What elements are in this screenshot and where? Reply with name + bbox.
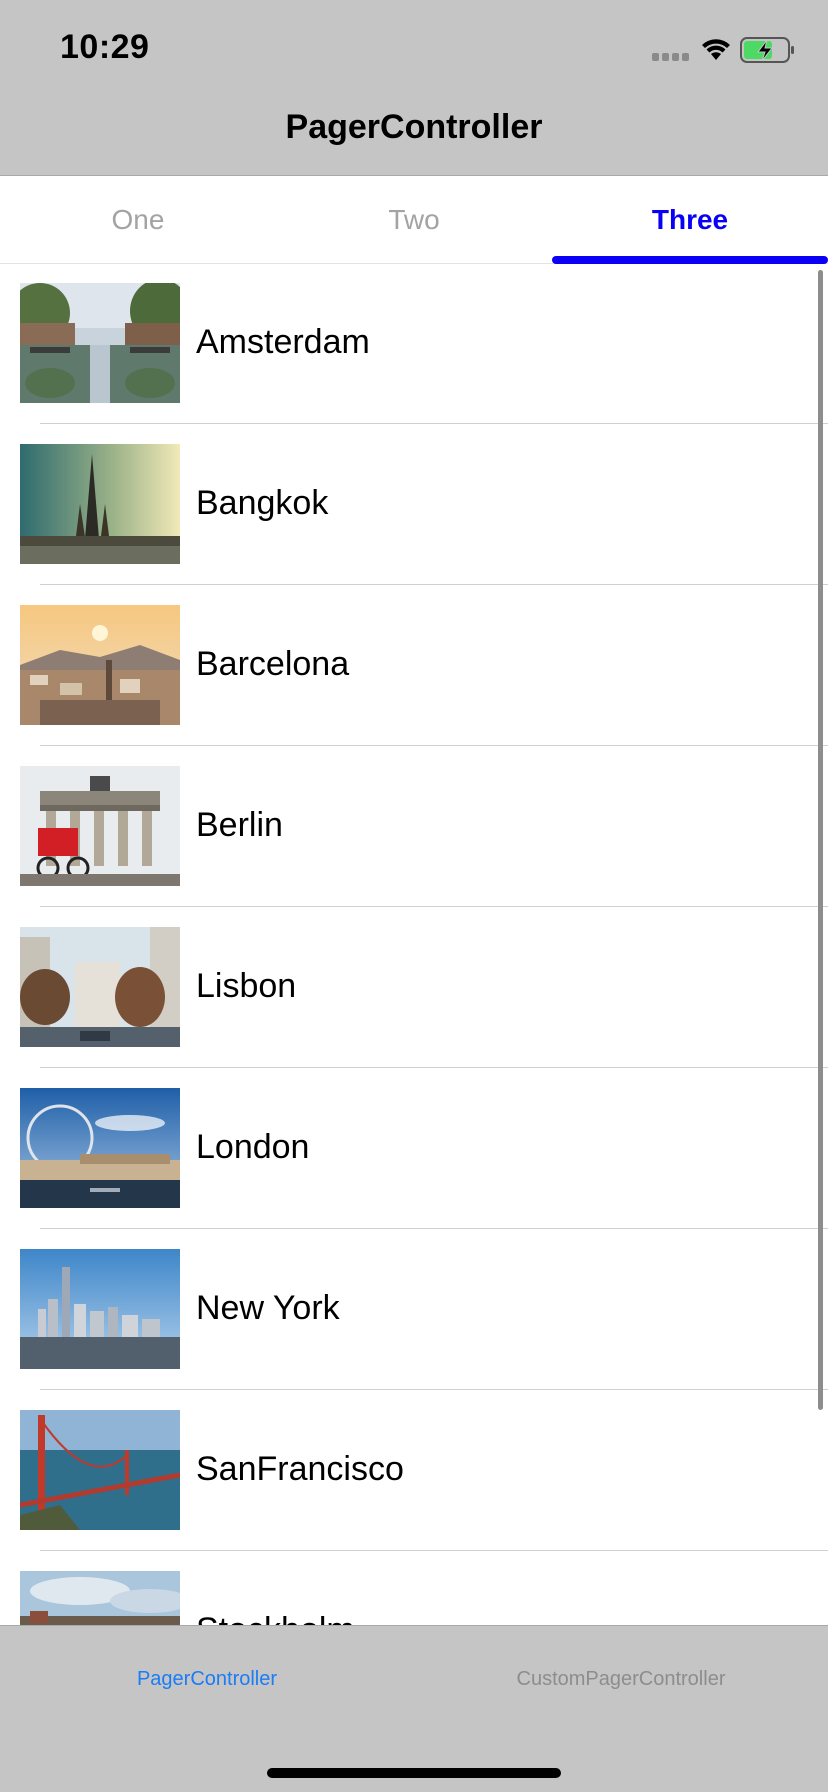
row-separator (40, 1389, 828, 1390)
row-separator (40, 745, 828, 746)
berlin-brandenburg-gate-photo (20, 766, 180, 886)
city-list[interactable]: Amsterdam Bangkok Barcelona Berlin Lisbo… (0, 265, 828, 1625)
tabbar-item-custom-pager-controller[interactable]: CustomPagerController (414, 1668, 828, 1691)
city-row-bangkok[interactable]: Bangkok (0, 426, 828, 587)
city-name: Berlin (196, 806, 283, 844)
city-name: New York (196, 1289, 340, 1327)
city-row-amsterdam[interactable]: Amsterdam (0, 265, 828, 426)
row-separator (40, 906, 828, 907)
bottom-tab-bar: PagerController CustomPagerController (0, 1625, 828, 1792)
city-row-berlin[interactable]: Berlin (0, 748, 828, 909)
row-separator (40, 1550, 828, 1551)
city-name: Barcelona (196, 645, 350, 683)
pager-tab-bar: One Two Three (0, 176, 828, 264)
stockholm-photo (20, 1571, 180, 1625)
signal-icon (652, 53, 689, 61)
nav-title: PagerController (285, 108, 543, 146)
home-indicator[interactable] (267, 1768, 561, 1778)
wifi-icon (702, 39, 730, 60)
top-header: 10:29 PagerController (0, 0, 828, 176)
app-screen: 10:29 PagerController One Two Three Amst… (0, 0, 828, 1792)
city-row-stockholm[interactable]: Stockholm (0, 1553, 828, 1625)
tab-two[interactable]: Two (276, 176, 552, 264)
scroll-indicator[interactable] (818, 270, 823, 1410)
city-name: Amsterdam (196, 323, 370, 361)
barcelona-skyline-photo (20, 605, 180, 725)
row-separator (40, 423, 828, 424)
city-name: SanFrancisco (196, 1450, 404, 1488)
battery-charging-icon (740, 37, 794, 63)
city-row-lisbon[interactable]: Lisbon (0, 909, 828, 1070)
amsterdam-canal-photo (20, 283, 180, 403)
city-name: Bangkok (196, 484, 329, 522)
tab-three[interactable]: Three (552, 176, 828, 264)
city-name: Stockholm (196, 1611, 355, 1625)
city-name: Lisbon (196, 967, 297, 1005)
row-separator (40, 1067, 828, 1068)
city-row-london[interactable]: London (0, 1070, 828, 1231)
tabbar-item-pager-controller[interactable]: PagerController (0, 1668, 414, 1691)
golden-gate-bridge-photo (20, 1410, 180, 1530)
city-row-sanfrancisco[interactable]: SanFrancisco (0, 1392, 828, 1553)
row-separator (40, 584, 828, 585)
status-time: 10:29 (60, 28, 150, 66)
new-york-skyline-photo (20, 1249, 180, 1369)
row-separator (40, 1228, 828, 1229)
lisbon-street-photo (20, 927, 180, 1047)
city-row-barcelona[interactable]: Barcelona (0, 587, 828, 748)
london-eye-photo (20, 1088, 180, 1208)
city-name: London (196, 1128, 310, 1166)
city-row-new-york[interactable]: New York (0, 1231, 828, 1392)
selected-tab-indicator (552, 256, 828, 264)
tab-one[interactable]: One (0, 176, 276, 264)
bangkok-temple-photo (20, 444, 180, 564)
